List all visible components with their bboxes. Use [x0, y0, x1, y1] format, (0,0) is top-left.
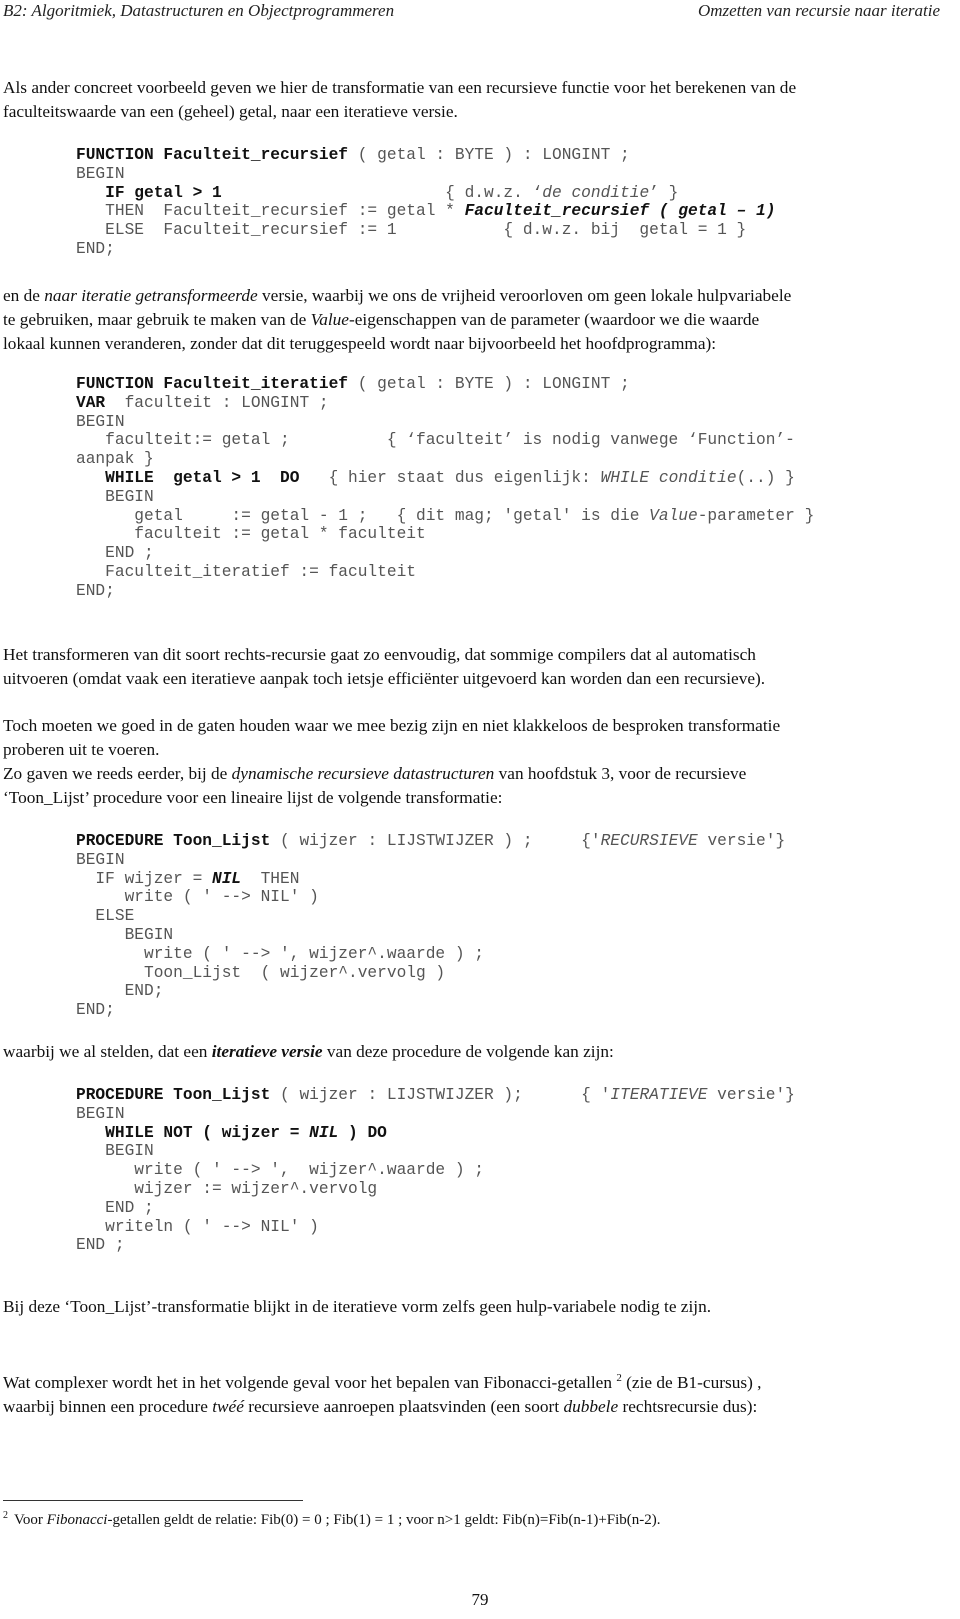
- footnote-number: 2: [3, 1510, 8, 1521]
- para4-line-4: ‘Toon_Lijst’ procedure voor een lineaire…: [3, 788, 503, 807]
- code-line: FUNCTION Faculteit_iteratief ( getal : B…: [76, 375, 630, 393]
- code-line: THEN Faculteit_recursief := getal * Facu…: [76, 202, 776, 221]
- code-line: END;: [76, 581, 115, 600]
- code-faculteit-iteratief: FUNCTION Faculteit_iteratief ( getal : B…: [76, 375, 814, 601]
- code-toon-lijst-iteratief: PROCEDURE Toon_Lijst ( wijzer : LIJSTWIJ…: [76, 1086, 795, 1255]
- para7-line-2: waarbij binnen een procedure twéé recurs…: [3, 1396, 758, 1416]
- footnote: 2 Voor Fibonacci-getallen geldt de relati…: [3, 1510, 661, 1528]
- code-line: END;: [76, 1001, 115, 1020]
- course-title: B2: Algoritmiek, Datastructuren en Objec…: [3, 1, 395, 20]
- code-line: END ;: [76, 1198, 154, 1217]
- para3-line-2: uitvoeren (omdat vaak een iteratieve aan…: [3, 669, 766, 688]
- code-line: PROCEDURE Toon_Lijst ( wijzer : LIJSTWIJ…: [76, 832, 786, 850]
- footnote-divider: [3, 1500, 303, 1501]
- intro-line-1: Als ander concreet voorbeeld geven we hi…: [3, 78, 797, 97]
- code-line: BEGIN: [76, 1142, 154, 1161]
- code-line: aanpak }: [76, 450, 154, 469]
- code-line: wijzer := wijzer^.vervolg: [76, 1179, 378, 1198]
- code-line: write ( ' --> ', wijzer^.waarde ) ;: [76, 1161, 484, 1180]
- code-line: write ( ' --> ', wijzer^.waarde ) ;: [76, 944, 484, 963]
- para3-line-1: Het transformeren van dit soort rechts-r…: [3, 645, 756, 664]
- code-line: faculteit:= getal ; { ‘faculteit’ is nod…: [76, 431, 795, 450]
- code-line: BEGIN: [76, 1104, 125, 1123]
- code-line: END ;: [76, 1236, 125, 1255]
- code-line: END;: [76, 239, 115, 258]
- para2-line-3: lokaal kunnen veranderen, zonder dat dit…: [3, 334, 717, 353]
- iterative-explanation-paragraph: en de naar iteratie getransformeerde ver…: [3, 284, 953, 356]
- code-line: BEGIN: [76, 164, 125, 183]
- para7-line-1: Wat complexer wordt het in het volgende …: [3, 1372, 762, 1392]
- code-line: WHILE getal > 1 DO { hier staat dus eige…: [76, 468, 795, 487]
- code-line: FUNCTION Faculteit_recursief ( getal : B…: [76, 146, 630, 164]
- code-line: BEGIN: [76, 412, 125, 431]
- code-line: PROCEDURE Toon_Lijst ( wijzer : LIJSTWIJ…: [76, 1086, 795, 1104]
- code-line: Toon_Lijst ( wijzer^.vervolg ): [76, 963, 446, 982]
- code-line: IF wijzer = NIL THEN: [76, 869, 300, 888]
- code-line: VAR faculteit : LONGINT ;: [76, 393, 329, 412]
- code-line: BEGIN: [76, 850, 125, 869]
- rechts-recursie-paragraph: Het transformeren van dit soort rechts-r…: [3, 643, 953, 691]
- code-line: END ;: [76, 544, 154, 563]
- code-toon-lijst-recursief: PROCEDURE Toon_Lijst ( wijzer : LIJSTWIJ…: [76, 832, 785, 1020]
- code-line: BEGIN: [76, 487, 154, 506]
- para2-line-2: te gebruiken, maar gebruik te maken van …: [3, 310, 760, 329]
- iteratieve-versie-paragraph: waarbij we al stelden, dat een iteratiev…: [3, 1042, 614, 1061]
- code-line: WHILE NOT ( wijzer = NIL ) DO: [76, 1123, 387, 1142]
- code-line: getal := getal - 1 ; { dit mag; 'getal' …: [76, 506, 815, 525]
- intro-line-2: faculteitswaarde van een (geheel) getal,…: [3, 102, 458, 121]
- code-line: faculteit := getal * faculteit: [76, 525, 426, 544]
- para4-line-1: Toch moeten we goed in de gaten houden w…: [3, 716, 781, 735]
- conclusion-paragraph: Bij deze ‘Toon_Lijst’-transformatie blij…: [3, 1297, 712, 1316]
- chapter-title: Omzetten van recursie naar iteratie: [697, 1, 940, 20]
- code-line: ELSE: [76, 907, 135, 926]
- page-header: B2: Algoritmiek, Datastructuren en Objec…: [0, 0, 960, 24]
- para2-line-1: en de naar iteratie getransformeerde ver…: [3, 286, 792, 305]
- code-line: BEGIN: [76, 925, 174, 944]
- code-line: writeln ( ' --> NIL' ): [76, 1217, 319, 1236]
- code-line: Faculteit_iteratief := faculteit: [76, 562, 416, 581]
- code-line: END;: [76, 982, 164, 1001]
- para4-line-3: Zo gaven we reeds eerder, bij de dynamis…: [3, 764, 747, 783]
- code-line: ELSE Faculteit_recursief := 1 { d.w.z. b…: [76, 221, 747, 240]
- code-faculteit-recursief: FUNCTION Faculteit_recursief ( getal : B…: [76, 146, 775, 259]
- code-line: write ( ' --> NIL' ): [76, 888, 319, 907]
- fibonacci-paragraph: Wat complexer wordt het in het volgende …: [3, 1366, 953, 1419]
- toon-lijst-intro-paragraph: Toch moeten we goed in de gaten houden w…: [3, 714, 953, 810]
- page-number: 79: [471, 1590, 489, 1609]
- code-line: IF getal > 1 { d.w.z. ‘de conditie’ }: [76, 183, 679, 202]
- para4-line-2: proberen uit te voeren.: [3, 740, 160, 759]
- intro-paragraph: Als ander concreet voorbeeld geven we hi…: [3, 76, 953, 124]
